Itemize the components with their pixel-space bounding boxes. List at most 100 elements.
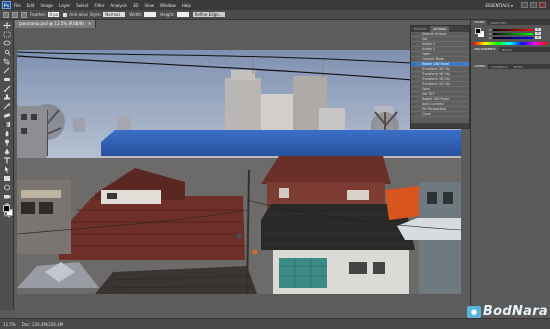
lasso-tool-icon[interactable]	[3, 40, 11, 47]
blur-tool-icon[interactable]	[3, 130, 11, 137]
crop-tool-icon[interactable]	[2, 58, 11, 65]
action-toggle-checkbox[interactable]: ✓	[412, 107, 416, 111]
clone-stamp-tool-icon[interactable]	[3, 94, 11, 101]
foreground-color-swatch[interactable]	[3, 205, 10, 212]
document-tab[interactable]: panorama.psd @ 12.5% (RGB/8) ×	[15, 20, 97, 28]
action-toggle-checkbox[interactable]: ✓	[412, 112, 416, 116]
menu-layer[interactable]: Layer	[59, 3, 70, 8]
marquee-tool-icon[interactable]	[3, 31, 11, 38]
dialog-toggle-icon[interactable]	[417, 82, 421, 86]
dialog-toggle-icon[interactable]	[417, 37, 421, 41]
tab-adjustments[interactable]: ADJUSTMENTS	[471, 47, 499, 52]
maximize-button[interactable]	[530, 2, 537, 8]
dialog-toggle-icon[interactable]	[417, 102, 421, 106]
dialog-toggle-icon[interactable]	[417, 47, 421, 51]
tab-channels[interactable]: CHANNELS	[488, 65, 510, 69]
move-tool-icon[interactable]	[2, 22, 11, 29]
color-panel-foreground-swatch[interactable]	[475, 28, 481, 34]
action-toggle-checkbox[interactable]: ✓	[412, 57, 416, 61]
watermark-logo: ● BodNara	[466, 304, 548, 319]
menu-3d[interactable]: 3D	[133, 3, 139, 8]
action-toggle-checkbox[interactable]: ✓	[412, 62, 416, 66]
eraser-tool-icon[interactable]	[3, 112, 11, 119]
dialog-toggle-icon[interactable]	[417, 77, 421, 81]
menu-select[interactable]: Select	[76, 3, 88, 8]
action-toggle-checkbox[interactable]: ✓	[412, 87, 416, 91]
healing-brush-tool-icon[interactable]	[3, 76, 11, 83]
menu-window[interactable]: Window	[160, 3, 176, 8]
menu-filter[interactable]: Filter	[94, 3, 104, 8]
action-toggle-checkbox[interactable]: ✓	[412, 82, 416, 86]
dialog-toggle-icon[interactable]	[417, 67, 421, 71]
refine-edge-button[interactable]: Refine Edge...	[192, 12, 225, 17]
antialias-checkbox[interactable]	[63, 12, 68, 17]
action-toggle-checkbox[interactable]: ✓	[412, 37, 416, 41]
height-input[interactable]	[176, 12, 189, 17]
action-toggle-checkbox[interactable]: ✓	[412, 92, 416, 96]
dialog-toggle-icon[interactable]	[417, 112, 421, 116]
pen-tool-icon[interactable]	[3, 148, 11, 155]
style-select[interactable]: Normal	[103, 12, 126, 17]
path-select-tool-icon[interactable]	[3, 166, 11, 173]
add-selection-icon[interactable]	[21, 11, 27, 18]
quick-select-tool-icon[interactable]	[3, 49, 11, 56]
canvas-image[interactable]	[17, 50, 461, 294]
gradient-tool-icon[interactable]	[3, 121, 11, 128]
width-input[interactable]	[144, 12, 157, 17]
selection-mode-icon[interactable]	[12, 11, 18, 18]
blue-value-field[interactable]: 0	[535, 36, 541, 39]
action-toggle-checkbox[interactable]: ✓	[412, 47, 416, 51]
brush-tool-icon[interactable]	[3, 85, 11, 92]
action-toggle-checkbox[interactable]: ✓	[412, 97, 416, 101]
action-toggle-checkbox[interactable]: ✓	[412, 72, 416, 76]
workspace-switcher[interactable]: ESSENTIALS ▾	[485, 3, 513, 8]
menu-edit[interactable]: Edit	[27, 3, 35, 8]
menu-image[interactable]: Image	[40, 3, 53, 8]
close-document-icon[interactable]: ×	[88, 20, 91, 28]
menu-file[interactable]: File	[14, 3, 21, 8]
shape-tool-icon[interactable]	[3, 175, 11, 182]
dialog-toggle-icon[interactable]	[417, 57, 421, 61]
action-toggle-checkbox[interactable]: ✓	[412, 67, 416, 71]
history-brush-tool-icon[interactable]	[3, 103, 11, 110]
zoom-level[interactable]: 12.5%	[3, 322, 16, 327]
action-toggle-checkbox[interactable]: ✓	[412, 32, 416, 36]
menu-view[interactable]: View	[145, 3, 155, 8]
tab-swatches[interactable]: SWATCHES	[487, 21, 509, 25]
close-button[interactable]	[539, 2, 546, 8]
action-toggle-checkbox[interactable]: ✓	[412, 102, 416, 106]
dialog-toggle-icon[interactable]	[417, 107, 421, 111]
feather-input[interactable]: 0 px	[48, 12, 60, 17]
minimize-button[interactable]	[521, 2, 528, 8]
tab-history[interactable]: HISTORY	[411, 27, 430, 31]
blue-slider-track[interactable]	[493, 36, 533, 39]
document-size[interactable]: Doc: 226.4M/226.4M	[22, 322, 64, 327]
dialog-toggle-icon[interactable]	[417, 72, 421, 76]
dialog-toggle-icon[interactable]	[417, 92, 421, 96]
menu-analysis[interactable]: Analysis	[110, 3, 126, 8]
tab-masks[interactable]: MASKS	[499, 48, 515, 52]
dodge-tool-icon[interactable]	[3, 139, 11, 146]
action-toggle-checkbox[interactable]: ✓	[412, 42, 416, 46]
blue-slider[interactable]: B 0	[489, 36, 547, 40]
type-tool-icon[interactable]	[3, 157, 11, 164]
dialog-toggle-icon[interactable]	[417, 62, 421, 66]
dialog-toggle-icon[interactable]	[417, 87, 421, 91]
menu-help[interactable]: Help	[182, 3, 191, 8]
tab-layers[interactable]: LAYERS	[471, 64, 489, 69]
color-spectrum-ramp[interactable]	[473, 42, 547, 45]
dialog-toggle-icon[interactable]	[417, 32, 421, 36]
action-toggle-checkbox[interactable]: ✓	[412, 77, 416, 81]
eyedropper-tool-icon[interactable]	[3, 67, 11, 74]
3d-camera-tool-icon[interactable]	[3, 193, 11, 200]
marquee-tool-icon[interactable]	[3, 11, 9, 18]
dialog-toggle-icon[interactable]	[417, 42, 421, 46]
dialog-toggle-icon[interactable]	[417, 97, 421, 101]
action-item[interactable]: ✓ Close	[411, 112, 469, 117]
dialog-toggle-icon[interactable]	[417, 52, 421, 56]
red-slider-track[interactable]	[493, 28, 533, 31]
action-toggle-checkbox[interactable]: ✓	[412, 52, 416, 56]
green-slider-track[interactable]	[493, 32, 533, 35]
tab-paths[interactable]: PATHS	[511, 65, 526, 69]
3d-rotate-tool-icon[interactable]	[3, 184, 11, 191]
